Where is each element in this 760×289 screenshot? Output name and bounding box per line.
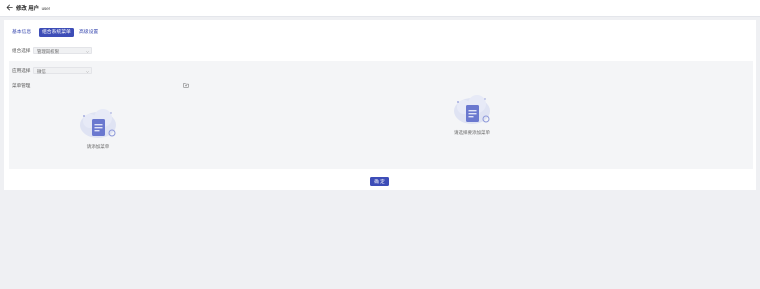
chevron-down-icon bbox=[85, 50, 89, 53]
empty-cloud-illustration bbox=[80, 109, 116, 138]
combo-select-value: 管理岗权限 bbox=[37, 49, 59, 54]
tab-combo-system-menu[interactable]: 组合系统菜单 bbox=[39, 28, 74, 37]
top-bar: 修改 用户 user bbox=[0, 0, 760, 17]
left-empty-text: 请添加菜单 bbox=[86, 144, 110, 149]
tab-basic-info[interactable]: 基本信息 bbox=[12, 28, 31, 37]
page-title: 修改 用户 user bbox=[16, 4, 50, 12]
menu-manage-label: 菜单管理 bbox=[12, 83, 31, 88]
app-select-label: 应用选择 bbox=[12, 68, 31, 73]
confirm-button[interactable]: 确 定 bbox=[370, 177, 389, 186]
tab-advanced-settings[interactable]: 高级设置 bbox=[79, 28, 98, 37]
back-arrow-icon[interactable] bbox=[6, 4, 13, 11]
combo-select[interactable]: 管理岗权限 bbox=[33, 47, 92, 54]
chevron-down-icon bbox=[85, 70, 89, 73]
left-empty-state: 请添加菜单 bbox=[74, 108, 122, 150]
add-folder-icon[interactable] bbox=[183, 82, 189, 88]
app-select-value: 微信 bbox=[37, 69, 46, 74]
app-select[interactable]: 微信 bbox=[33, 67, 92, 74]
page-title-text: 修改 用户 bbox=[16, 6, 40, 12]
right-empty-state: 请选择要添加菜单 bbox=[448, 94, 496, 136]
empty-cloud-illustration bbox=[454, 95, 490, 124]
page-title-username: user bbox=[41, 6, 51, 11]
combo-select-label: 组合选择 bbox=[12, 48, 31, 53]
right-empty-text: 请选择要添加菜单 bbox=[454, 130, 490, 135]
